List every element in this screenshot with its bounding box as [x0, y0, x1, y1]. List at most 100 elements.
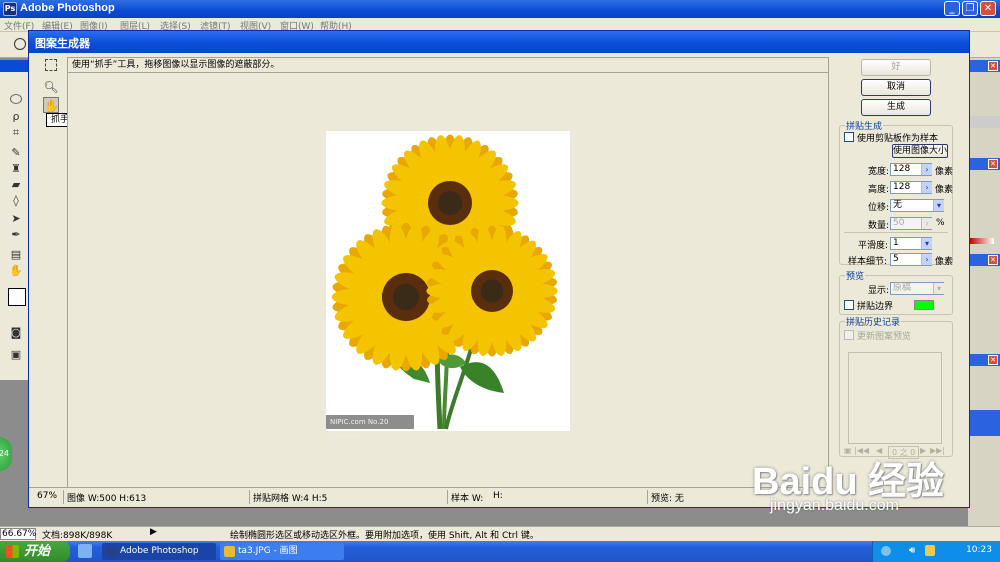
tile-history-group: 拼贴历史记录 更新图案预览 ▣ |◀◀ ◀ 0 之 0 ▶ ▶▶| [839, 315, 953, 459]
hint-bar: 使用“抓手”工具，拖移图像以显示图像的遮蔽部分。 [67, 57, 829, 73]
maximize-button[interactable]: ❐ [962, 1, 978, 16]
height-label: 高度: [868, 185, 890, 195]
update-preview-checkbox[interactable] [844, 330, 854, 340]
photoshop-task-icon [106, 546, 117, 557]
lasso-tool-icon[interactable]: ρ [8, 110, 24, 124]
taskbar: 开始 Adobe Photoshop ta3.JPG - 画图 🔊︎ 10:23 [0, 541, 1000, 562]
status-image-size: 图像 W:500 H:613 [67, 494, 147, 504]
palette-close-icon[interactable]: ✕ [988, 355, 998, 365]
preview-title: 预览 [845, 269, 866, 282]
offset-label: 位移: [868, 203, 890, 213]
width-arrow-icon[interactable]: › [921, 164, 932, 175]
hand-tool-icon[interactable]: ✋ [43, 97, 59, 113]
offset-dropdown-icon[interactable]: ▾ [933, 200, 944, 211]
pattern-canvas[interactable]: NIPIC.com No.20 Pack.com [67, 73, 829, 487]
ellipse-marquee-icon[interactable] [14, 38, 26, 50]
background-color-swatch[interactable] [8, 288, 26, 306]
status-arrow-icon[interactable]: ▶ [150, 527, 157, 537]
palette-header [968, 116, 1000, 128]
sunflower-illustration [331, 134, 558, 430]
sample-detail-label: 样本细节: [848, 257, 888, 267]
cancel-button[interactable]: 取消 [861, 79, 931, 96]
screen-mode-icon[interactable]: ▣ [8, 348, 24, 362]
dialog-title: 图案生成器 [35, 37, 90, 50]
boundary-color-swatch[interactable] [914, 300, 934, 310]
layer-row-selected[interactable] [970, 410, 1000, 436]
update-preview-label: 更新图案预览 [857, 332, 912, 342]
app-title: Adobe Photoshop [20, 2, 115, 14]
move-tool-icon[interactable]: ➤ [8, 212, 24, 226]
watermark: NIPIC.com No.20 Pack.com [326, 415, 414, 440]
divider [844, 232, 948, 233]
generate-button[interactable]: 生成 [861, 99, 931, 116]
history-preview-box [848, 352, 942, 444]
crop-tool-icon[interactable]: ⌗ [8, 126, 24, 140]
stamp-tool-icon[interactable]: ♜ [8, 162, 24, 176]
close-button[interactable]: ✕ [980, 1, 996, 16]
blur-tool-icon[interactable]: ◊ [8, 194, 24, 208]
system-tray: 🔊︎ 10:23 [872, 541, 1000, 562]
use-image-size-button[interactable]: 使用图像大小 [892, 144, 948, 158]
tile-boundaries-label: 拼贴边界 [857, 302, 894, 312]
palette-close-icon[interactable]: ✕ [988, 159, 998, 169]
windows-flag-icon [6, 545, 19, 558]
tile-boundaries-checkbox[interactable] [844, 300, 854, 310]
volume-icon[interactable]: 🔊︎ [909, 545, 915, 556]
task-photoshop[interactable]: Adobe Photoshop [102, 543, 216, 560]
show-label: 显示: [868, 286, 890, 296]
right-palettes: ✕ ✕ ✕ ✕ [968, 58, 1000, 528]
height-arrow-icon[interactable]: › [921, 182, 932, 193]
paint-task-icon [224, 546, 235, 557]
ok-button[interactable]: 好 [861, 59, 931, 76]
hand-tool-icon[interactable]: ✋ [8, 264, 24, 278]
start-label: 开始 [24, 544, 51, 559]
doc-size: 文档:898K/898K [42, 531, 113, 541]
palette-header: ✕ [968, 158, 1000, 170]
use-clipboard-checkbox[interactable] [844, 132, 854, 142]
photoshop-icon: Ps [3, 2, 17, 16]
eraser-tool-icon[interactable]: ▰ [8, 178, 24, 192]
zoom-field[interactable]: 66.67% [0, 528, 36, 540]
status-tile-grid: 拼贴网格 W:4 H:5 [253, 494, 328, 504]
show-desktop-icon[interactable] [78, 544, 92, 558]
task-paint[interactable]: ta3.JPG - 画图 [220, 543, 344, 560]
amount-arrow-icon[interactable]: › [921, 218, 932, 229]
sample-detail-arrow-icon[interactable]: › [921, 254, 932, 265]
minimize-button[interactable]: _ [944, 1, 960, 16]
smoothness-dropdown-icon[interactable]: ▾ [921, 238, 932, 249]
brush-tool-icon[interactable]: ✎ [8, 146, 24, 160]
dialog-status-bar: 67% 图像 W:500 H:613 拼贴网格 W:4 H:5 样本 W: H:… [29, 487, 829, 505]
pen-tool-icon[interactable]: ✒ [8, 228, 24, 242]
width-label: 宽度: [868, 167, 890, 177]
smoothness-label: 平滑度: [858, 241, 889, 251]
palette-header: ✕ [968, 354, 1000, 366]
amount-unit: % [936, 218, 945, 228]
start-button[interactable]: 开始 [0, 541, 70, 562]
palette-header: ✕ [968, 60, 1000, 72]
sunflower-image[interactable]: NIPIC.com No.20 Pack.com [326, 131, 570, 440]
dialog-titlebar: 图案生成器 [29, 31, 969, 53]
baidu-jingyan-url: jingyan.baidu.com [770, 497, 899, 514]
palette-close-icon[interactable]: ✕ [988, 61, 998, 71]
status-preview: 预览: 无 [651, 494, 684, 504]
ellipse-marquee-tool-icon[interactable] [10, 94, 22, 104]
amount-label: 数量: [868, 221, 890, 231]
tool-hint: 绘制椭圆形选区或移动选区外框。要用附加选项，使用 Shift, Alt 和 Ct… [230, 531, 539, 541]
rect-marquee-tool-icon[interactable] [45, 59, 57, 71]
quick-mask-icon[interactable]: ◙ [8, 326, 24, 340]
notes-tool-icon[interactable]: ▤ [8, 248, 24, 262]
network-icon[interactable] [925, 545, 935, 556]
tray-icon[interactable] [881, 546, 891, 556]
show-dropdown-icon[interactable]: ▾ [933, 283, 944, 294]
pattern-maker-dialog: 图案生成器 🔍︎ ✋ 抓手工具(H) 使用“抓手”工具，拖移图像以显示图像的遮蔽… [28, 30, 970, 508]
palette-header: ✕ [968, 254, 1000, 266]
app-titlebar: Ps Adobe Photoshop _ ❐ ✕ [0, 0, 1000, 18]
zoom-tool-icon[interactable]: 🔍︎ [43, 79, 59, 95]
status-sample-w: 样本 W: [451, 494, 484, 504]
clock: 10:23 [966, 545, 992, 555]
palette-close-icon[interactable]: ✕ [988, 255, 998, 265]
color-ramp[interactable] [970, 238, 994, 244]
green-badge: 24 [0, 437, 12, 471]
width-unit: 像素 [935, 167, 954, 177]
tile-generation-group: 拼贴生成 使用剪贴板作为样本 使用图像大小 宽度: 128 › 像素 高度: 1… [839, 119, 954, 267]
